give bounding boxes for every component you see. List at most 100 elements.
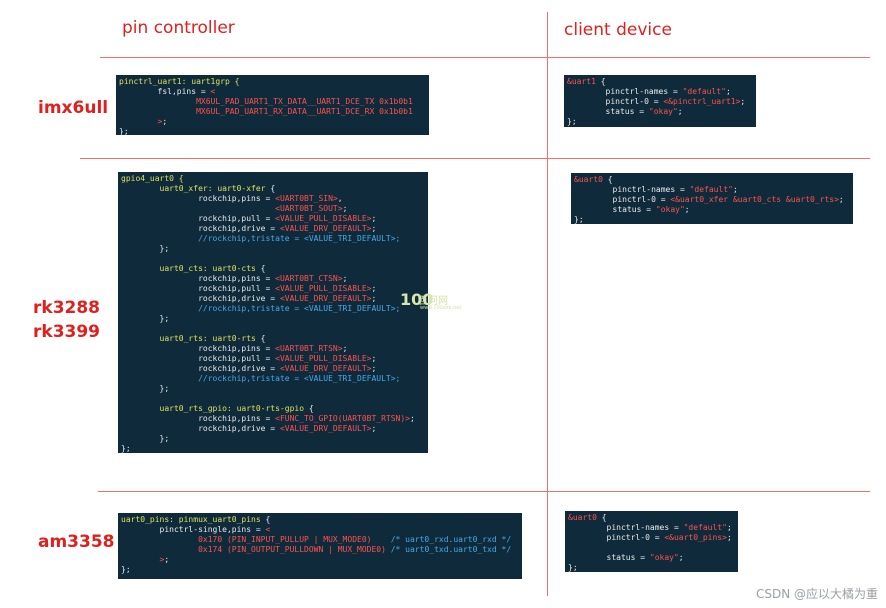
code-token: //rockchip,tristate = <VALUE_TRI_DEFAULT… [121,234,401,243]
code-line: &uart0 { [568,513,735,523]
code-token: &uart1 [567,77,596,86]
code-line: pinctrl-single,pins = < [121,525,519,535]
watermark-url: www.100ask.net [420,305,462,311]
code-line: //rockchip,tristate = <VALUE_TRI_DEFAULT… [121,234,425,244]
code-token: ; [725,87,731,96]
row-label-am3358: am3358 [38,530,115,554]
code-line: uart0_rts_gpio: uart0-rts-gpio { [121,404,425,414]
code-line: //rockchip,tristate = <VALUE_TRI_DEFAULT… [121,374,425,384]
code-line: }; [119,127,426,135]
code-line: //rockchip,tristate = <VALUE_TRI_DEFAULT… [121,304,425,314]
code-token: ; [371,294,377,303]
code-token: pinctrl-0 = [567,97,664,106]
code-token: "okay" [648,107,678,116]
code-token: ; [678,553,684,562]
code-line: }; [121,244,425,254]
code-line: rockchip,pins = <UART0BT_CTSN>; [121,274,425,284]
code-token: rockchip,pins = [121,194,276,203]
code-token: pinctrl-0 = [574,195,671,204]
code-token: }; [121,434,170,443]
code-token: "default" [683,523,727,532]
code-token: ; [684,205,690,214]
row-divider-1 [80,158,870,159]
code-line: pinctrl_uart1: uart1grp { [119,77,426,87]
code-token: <VALUE_DRV_DEFAULT> [279,364,372,373]
code-token: rockchip,pins = [121,344,276,353]
imx6ull-pinctrl-code: pinctrl_uart1: uart1grp { fsl,pins = < M… [116,75,429,135]
code-line: 0x174 (PIN_OUTPUT_PULLDOWN | MUX_MODE0) … [121,545,519,555]
code-token: }; [574,215,584,224]
code-line: }; [121,444,425,453]
code-token: <&uart0_xfer &uart0_cts &uart0_rts> [670,195,839,204]
code-token: ; [342,274,348,283]
client-device-header: client device [564,20,672,40]
code-token: <UART0BT_SOUT> [275,204,343,213]
code-line: rockchip,pull = <VALUE_PULL_DISABLE>; [121,284,425,294]
code-token: status = [568,553,650,562]
code-line: uart0_cts: uart0-cts { [121,264,425,274]
code-token: pinctrl-names = [568,523,684,532]
code-token: //rockchip,tristate = <VALUE_TRI_DEFAULT… [121,374,401,383]
code-token: uart0_rts_gpio: uart0-rts-gpio [159,404,305,413]
row-label-line: imx6ull [38,98,109,118]
code-token: { [260,515,271,524]
code-token: ; [162,117,168,126]
code-token: <FUNC_TO_GPIO(UART0BT_RTSN)> [275,414,410,423]
code-token: rockchip,pull = [121,284,276,293]
code-line: uart0_pins: pinmux_uart0_pins { [121,515,519,525]
code-token: rockchip,drive = [121,224,280,233]
code-token: pinctrl_uart1: uart1grp { [119,77,240,86]
code-token: 0x170 (PIN_INPUT_PULLUP | MUX_MODE0) [121,535,372,544]
code-token: { [265,184,276,193]
code-line: uart0_xfer: uart0-xfer { [121,184,425,194]
code-token: MX6UL_PAD_UART1_TX_DATA__UART1_DCE_TX 0x… [119,97,413,106]
code-token: <VALUE_DRV_DEFAULT> [279,224,372,233]
imx6ull-client-code: &uart1 { pinctrl-names = "default"; pinc… [564,75,756,127]
row-label-line: rk3399 [33,322,101,342]
code-line: MX6UL_PAD_UART1_RX_DATA__UART1_DCE_RX 0x… [119,107,426,117]
code-token: ; [726,523,732,532]
pin-controller-header: pin controller [122,18,235,38]
code-token: rockchip,drive = [121,364,280,373]
code-token: { [255,334,266,343]
code-token: rockchip,pull = [121,214,276,223]
code-line: }; [574,215,850,224]
code-token: /* uart0_txd.uart0_txd */ [385,545,512,554]
code-line: rockchip,drive = <VALUE_DRV_DEFAULT>; [121,224,425,234]
code-line: rockchip,drive = <VALUE_DRV_DEFAULT>; [121,294,425,304]
code-token: "default" [689,185,733,194]
code-token: ; [838,195,844,204]
code-token: }; [121,384,170,393]
code-token: , [337,194,343,203]
code-token: { [255,264,266,273]
code-line: gpio4_uart0 { [121,174,425,184]
code-token: ; [342,344,348,353]
code-token: ; [732,185,738,194]
code-line: pinctrl-names = "default"; [568,523,735,533]
code-token: <VALUE_PULL_DISABLE> [275,214,372,223]
code-token: ; [371,214,377,223]
code-token: ; [371,364,377,373]
code-token: { [595,77,606,86]
code-token: &uart0 [568,513,597,522]
code-token: MX6UL_PAD_UART1_RX_DATA__UART1_DCE_RX 0x… [119,107,413,116]
code-line: }; [568,563,735,572]
code-token: }; [568,563,578,572]
code-token: uart0_pins: pinmux_uart0_pins [121,515,261,524]
code-line: rockchip,pull = <VALUE_PULL_DISABLE>; [121,354,425,364]
code-line: }; [121,434,425,444]
code-token: <VALUE_PULL_DISABLE> [275,354,372,363]
code-token: }; [121,444,131,453]
code-line: fsl,pins = < [119,87,426,97]
code-token: //rockchip,tristate = <VALUE_TRI_DEFAULT… [121,304,401,313]
code-token: < [210,87,216,96]
am3358-client-code: &uart0 { pinctrl-names = "default"; pinc… [565,511,738,572]
code-token: { [304,404,314,413]
code-token: }; [121,565,131,574]
code-token: ; [677,107,683,116]
